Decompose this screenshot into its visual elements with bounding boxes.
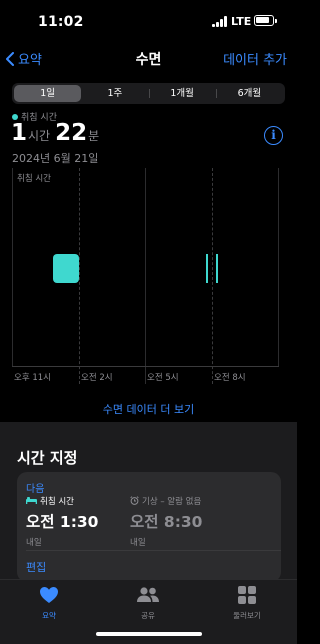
schedule-title: 시간 지정 <box>17 449 78 467</box>
wake-time: 오전 8:30 <box>130 513 203 531</box>
battery-icon <box>254 15 277 26</box>
summary-date: 2024년 6월 21일 <box>12 152 99 165</box>
bedtime-time: 오전 1:30 <box>26 513 99 531</box>
chart-gridline <box>212 168 213 384</box>
info-icon[interactable]: i <box>264 126 283 145</box>
range-segmented-control: 1일 1주 1개월 6개월 <box>12 83 285 104</box>
x-tick-label: 오후 11시 <box>14 373 51 383</box>
duration-minutes: 22 <box>55 120 88 146</box>
cellular-signal-icon <box>212 16 228 27</box>
wake-column: 기상 – 알람 없음 오전 8:30 내일 <box>130 495 202 548</box>
heart-icon <box>40 587 58 603</box>
sleep-bar <box>53 254 79 283</box>
alarm-icon <box>130 495 139 507</box>
status-time: 11:02 <box>38 14 84 30</box>
card-divider <box>26 550 281 551</box>
range-tab-week[interactable]: 1주 <box>81 85 148 102</box>
grid-icon <box>238 586 256 604</box>
tab-summary[interactable]: 요약 <box>19 586 79 621</box>
range-tab-six-months[interactable]: 6개월 <box>215 85 283 102</box>
home-indicator <box>96 632 202 636</box>
chart-gridline <box>145 168 146 384</box>
bedtime-day: 내일 <box>26 538 42 548</box>
tab-sharing[interactable]: 공유 <box>118 586 178 621</box>
wake-label: 기상 – 알람 없음 <box>142 497 202 507</box>
chart-gridline <box>12 168 13 366</box>
bedtime-column: 취침 시간 오전 1:30 내일 <box>26 495 98 548</box>
tab-browse[interactable]: 둘러보기 <box>217 586 277 621</box>
network-type: LTE <box>231 15 252 28</box>
chart-gridline <box>79 168 80 384</box>
nav-bar: 요약 수면 데이터 추가 <box>0 42 297 74</box>
x-tick-label: 오전 5시 <box>147 373 179 383</box>
bedtime-label: 취침 시간 <box>40 497 74 507</box>
edit-schedule-button[interactable]: 편집 <box>26 559 46 575</box>
sleep-duration: 1 시간 22 분 <box>11 120 104 146</box>
duration-hours: 1 <box>11 120 28 146</box>
range-tab-month[interactable]: 1개월 <box>148 85 216 102</box>
wake-day: 내일 <box>130 538 146 548</box>
show-more-sleep-data-link[interactable]: 수면 데이터 더 보기 <box>0 401 297 417</box>
legend-dot <box>12 113 18 120</box>
chart-gridline <box>278 168 279 366</box>
tab-sharing-label: 공유 <box>141 611 155 620</box>
range-tab-day[interactable]: 1일 <box>14 85 82 102</box>
sleep-bar <box>206 254 208 283</box>
status-bar: 11:02 LTE <box>0 0 297 42</box>
next-label: 다음 <box>26 484 45 495</box>
tab-summary-label: 요약 <box>42 611 56 620</box>
duration-minutes-unit: 분 <box>88 129 100 143</box>
sleep-bar <box>216 254 218 283</box>
x-tick-label: 오전 8시 <box>214 373 246 383</box>
tab-browse-label: 둘러보기 <box>233 611 261 620</box>
bed-icon <box>26 496 37 506</box>
add-data-button[interactable]: 데이터 추가 <box>223 49 287 68</box>
people-icon <box>137 587 159 602</box>
schedule-card[interactable]: 다음 취침 시간 오전 1:30 내일 기상 – 알람 없음 오전 8:30 내… <box>17 472 281 582</box>
x-tick-label: 오전 2시 <box>81 373 113 383</box>
chart-series-label: 취침 시간 <box>17 174 51 184</box>
duration-hours-unit: 시간 <box>28 129 51 143</box>
chart-baseline <box>12 366 279 367</box>
